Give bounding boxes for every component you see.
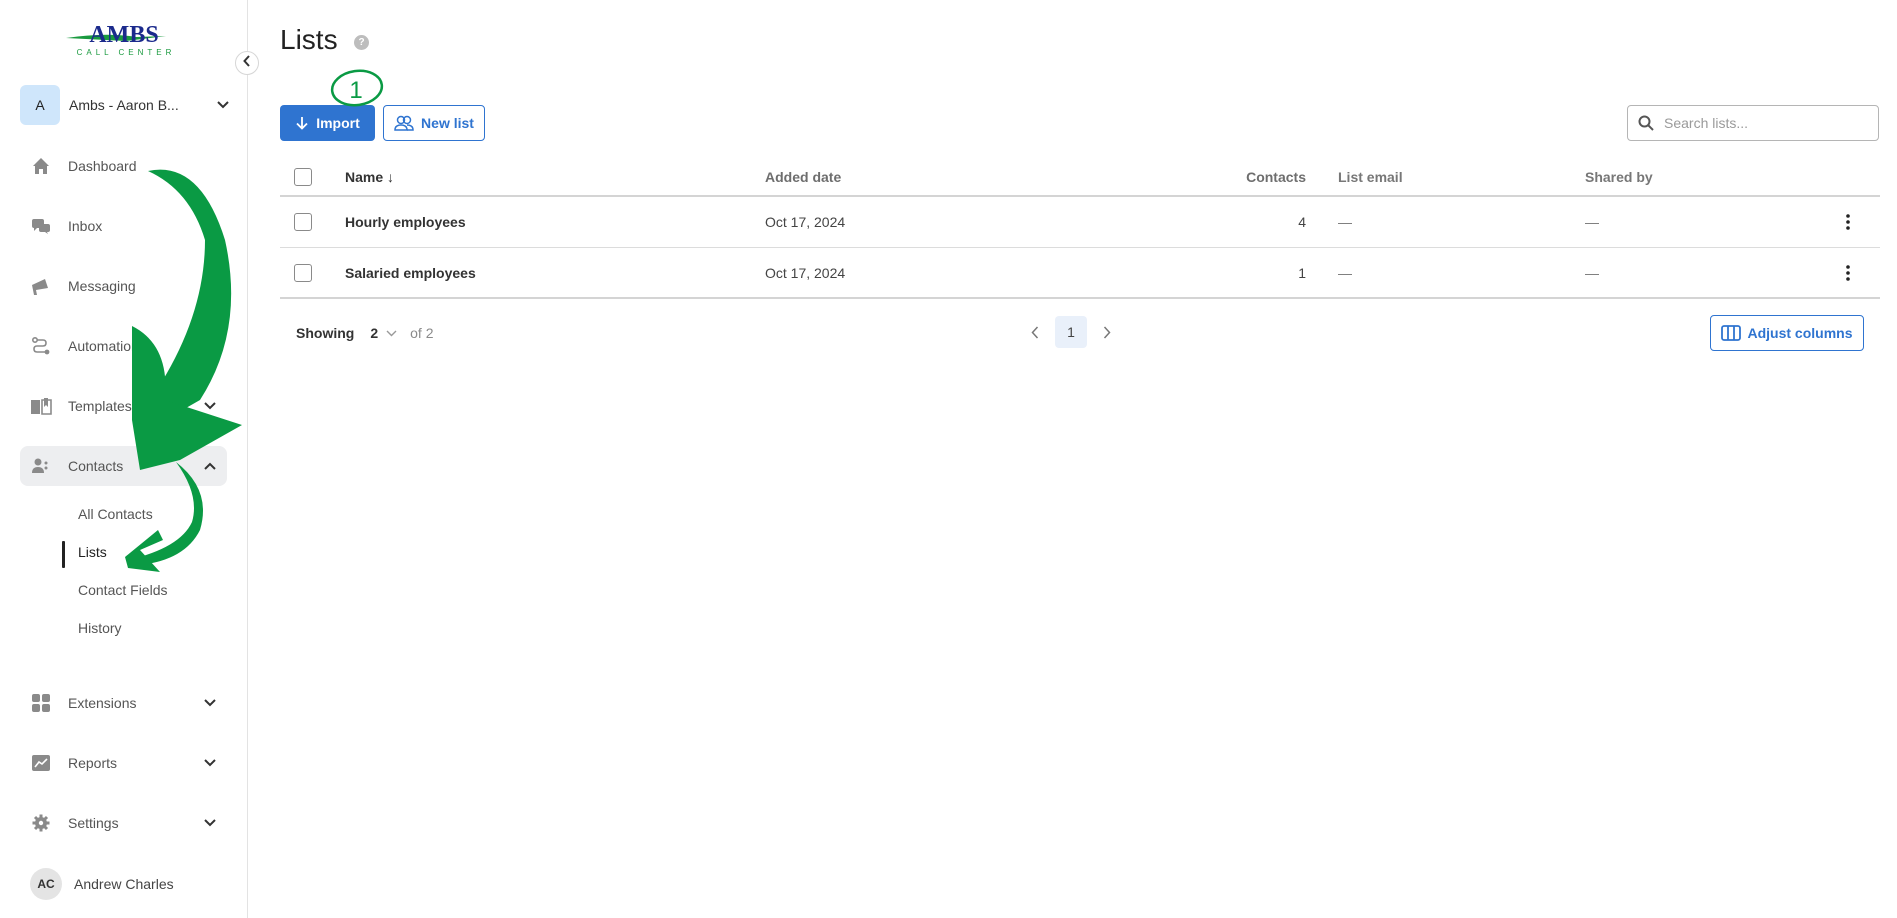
page-size-select[interactable]: 2	[370, 325, 398, 341]
import-button[interactable]: Import	[280, 105, 375, 141]
pagination: 1	[1023, 316, 1119, 348]
contacts-count: 1	[1298, 264, 1306, 281]
sidebar-item-contacts[interactable]: Contacts	[20, 446, 227, 486]
sort-descending-icon: ↓	[387, 169, 395, 185]
sidebar-item-settings[interactable]: Settings	[20, 803, 227, 843]
table-row[interactable]: Hourly employees Oct 17, 2024 4 — —	[280, 197, 1880, 248]
arrow-down-icon	[295, 116, 309, 130]
main-content: Lists ? Import New list Name	[249, 0, 1897, 918]
more-options-icon[interactable]	[1840, 263, 1856, 283]
svg-text:CALL CENTER: CALL CENTER	[77, 48, 176, 57]
search-input[interactable]	[1664, 115, 1864, 131]
sidebar: AMBS CALL CENTER A Ambs - Aaron B... Das…	[0, 0, 248, 918]
next-page-button[interactable]	[1095, 316, 1119, 348]
gear-icon	[30, 812, 52, 834]
column-header-added-date[interactable]: Added date	[765, 169, 841, 185]
collapse-sidebar-button[interactable]	[235, 51, 259, 75]
sidebar-item-automations[interactable]: Automations	[20, 326, 227, 366]
column-header-list-email[interactable]: List email	[1338, 169, 1403, 185]
chevron-down-icon	[384, 326, 398, 340]
account-switcher[interactable]: A Ambs - Aaron B...	[20, 85, 230, 125]
chevron-down-icon	[216, 98, 230, 112]
sidebar-subitem-all-contacts[interactable]: All Contacts	[62, 499, 153, 529]
help-icon[interactable]: ?	[354, 35, 369, 50]
sidebar-subitem-history[interactable]: History	[62, 613, 122, 643]
added-date: Oct 17, 2024	[765, 214, 846, 230]
list-name[interactable]: Salaried employees	[345, 265, 476, 281]
page-title: Lists	[280, 24, 338, 55]
total-count: of 2	[410, 325, 434, 341]
sidebar-item-reports[interactable]: Reports	[20, 743, 227, 783]
page-number-button[interactable]: 1	[1055, 316, 1087, 348]
chevron-up-icon	[203, 459, 217, 473]
user-profile[interactable]: AC Andrew Charles	[30, 868, 174, 900]
users-outline-icon	[394, 115, 414, 131]
row-checkbox[interactable]	[294, 263, 312, 282]
account-avatar: A	[20, 85, 60, 125]
column-header-contacts[interactable]: Contacts	[1246, 169, 1306, 185]
columns-icon	[1721, 325, 1742, 341]
page-size-control: Showing 2 of 2	[296, 325, 433, 341]
list-name[interactable]: Hourly employees	[345, 214, 466, 230]
megaphone-icon	[30, 275, 52, 297]
shared-by: —	[1585, 214, 1599, 230]
user-avatar: AC	[30, 868, 62, 900]
chevron-left-icon	[243, 54, 251, 72]
previous-page-button[interactable]	[1023, 316, 1047, 348]
sidebar-item-dashboard[interactable]: Dashboard	[20, 146, 227, 186]
app: AMBS CALL CENTER A Ambs - Aaron B... Das…	[0, 0, 1897, 918]
ambs-logo[interactable]: AMBS CALL CENTER	[66, 22, 182, 58]
table-header: Name ↓ Added date Contacts List email Sh…	[280, 159, 1880, 197]
list-email: —	[1338, 264, 1352, 281]
sidebar-item-messaging[interactable]: Messaging	[20, 266, 227, 306]
table-footer: Showing 2 of 2 1 Adjust columns	[280, 314, 1880, 354]
chart-icon	[30, 752, 52, 774]
more-options-icon[interactable]	[1840, 212, 1856, 232]
sidebar-subitem-contact-fields[interactable]: Contact Fields	[62, 575, 167, 605]
chevron-down-icon	[203, 399, 217, 413]
people-icon	[30, 455, 52, 477]
row-checkbox[interactable]	[294, 213, 312, 231]
added-date: Oct 17, 2024	[765, 264, 846, 281]
lists-table: Name ↓ Added date Contacts List email Sh…	[280, 159, 1880, 299]
list-email: —	[1338, 214, 1352, 230]
grid-icon	[30, 692, 52, 714]
search-box[interactable]	[1627, 105, 1879, 141]
account-name: Ambs - Aaron B...	[69, 97, 179, 113]
chevron-down-icon	[203, 816, 217, 830]
select-all-checkbox[interactable]	[294, 168, 312, 186]
chevron-down-icon	[203, 696, 217, 710]
svg-text:AMBS: AMBS	[89, 22, 158, 48]
sidebar-item-templates[interactable]: Templates	[20, 386, 227, 426]
table-row[interactable]: Salaried employees Oct 17, 2024 1 — —	[280, 248, 1880, 299]
adjust-columns-button[interactable]: Adjust columns	[1710, 315, 1864, 351]
route-icon	[30, 335, 52, 357]
user-name: Andrew Charles	[74, 876, 174, 892]
search-icon	[1638, 115, 1654, 131]
chat-bubbles-icon	[30, 215, 52, 237]
contacts-count: 4	[1298, 214, 1306, 230]
shared-by: —	[1585, 264, 1599, 281]
column-header-name[interactable]: Name ↓	[345, 169, 394, 185]
home-icon	[30, 155, 52, 177]
sidebar-subitem-lists[interactable]: Lists	[62, 537, 107, 568]
book-icon	[30, 395, 52, 417]
new-list-button[interactable]: New list	[383, 105, 485, 141]
sidebar-item-extensions[interactable]: Extensions	[20, 683, 227, 723]
column-header-shared-by[interactable]: Shared by	[1585, 169, 1653, 185]
chevron-down-icon	[203, 756, 217, 770]
sidebar-item-inbox[interactable]: Inbox	[20, 206, 227, 246]
showing-label: Showing	[296, 325, 355, 341]
